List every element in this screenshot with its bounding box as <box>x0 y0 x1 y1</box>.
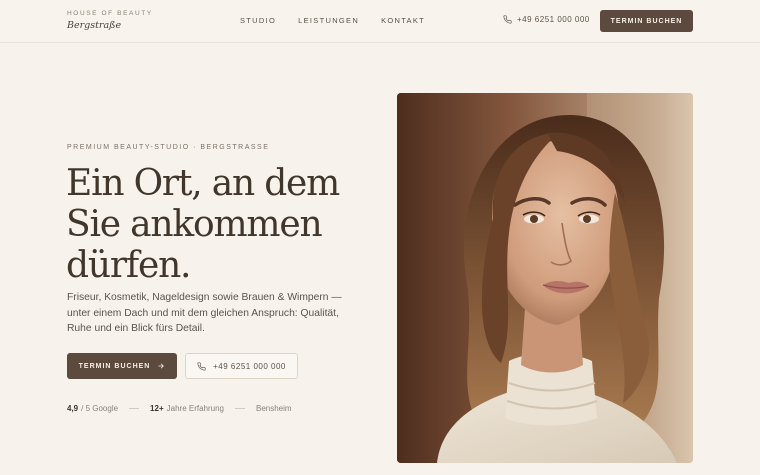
nav-item-leistungen[interactable]: LEISTUNGEN <box>298 16 359 25</box>
brand-logo[interactable]: HOUSE OF BEAUTY Bergstraße <box>67 10 153 31</box>
site-header: HOUSE OF BEAUTY Bergstraße STUDIO LEISTU… <box>0 0 760 43</box>
stat-years: 12+ Jahre Erfahrung <box>150 404 224 413</box>
header-phone-link[interactable]: +49 6251 000 000 <box>503 15 590 24</box>
stat-location: Bensheim <box>256 404 292 413</box>
hero-eyebrow: PREMIUM BEAUTY-STUDIO · BERGSTRASSE <box>67 144 270 151</box>
book-appointment-label: TERMIN BUCHEN <box>78 362 151 370</box>
phone-icon <box>503 15 512 24</box>
stat-divider <box>235 408 245 409</box>
hero-portrait-image <box>397 93 693 463</box>
arrow-right-icon <box>157 362 165 370</box>
header-phone-number: +49 6251 000 000 <box>517 15 590 24</box>
book-appointment-button[interactable]: TERMIN BUCHEN <box>67 353 177 379</box>
stat-years-suffix: Jahre Erfahrung <box>166 404 224 413</box>
headline-line-3: dürfen. <box>66 245 192 286</box>
stat-years-value: 12+ <box>150 404 164 413</box>
nav-item-studio[interactable]: STUDIO <box>240 16 276 25</box>
stat-divider <box>129 408 140 409</box>
brand-tagline: HOUSE OF BEAUTY <box>67 10 153 17</box>
stat-rating-value: 4,9 <box>67 404 79 413</box>
stat-rating: 4,9 / 5 Google <box>67 404 118 413</box>
phone-icon <box>197 361 206 371</box>
hero-headline: Ein Ort, an dem Sie ankommen dürfen. <box>66 163 386 286</box>
hero-description: Friseur, Kosmetik, Nageldesign sowie Bra… <box>67 292 342 334</box>
headline-line-1: Ein Ort, an dem <box>66 163 340 204</box>
call-phone-button[interactable]: +49 6251 000 000 <box>185 353 298 379</box>
portrait-illustration <box>397 93 693 463</box>
headline-line-2: Sie ankommen <box>66 204 323 245</box>
main-nav: STUDIO LEISTUNGEN KONTAKT <box>240 16 425 25</box>
stat-rating-suffix: / 5 Google <box>81 404 119 413</box>
hero-stats: 4,9 / 5 Google 12+ Jahre Erfahrung Bensh… <box>67 404 292 413</box>
call-phone-label: +49 6251 000 000 <box>213 361 286 371</box>
header-book-button[interactable]: TERMIN BUCHEN <box>600 10 693 32</box>
brand-name: Bergstraße <box>67 20 122 31</box>
nav-item-kontakt[interactable]: KONTAKT <box>381 16 425 25</box>
